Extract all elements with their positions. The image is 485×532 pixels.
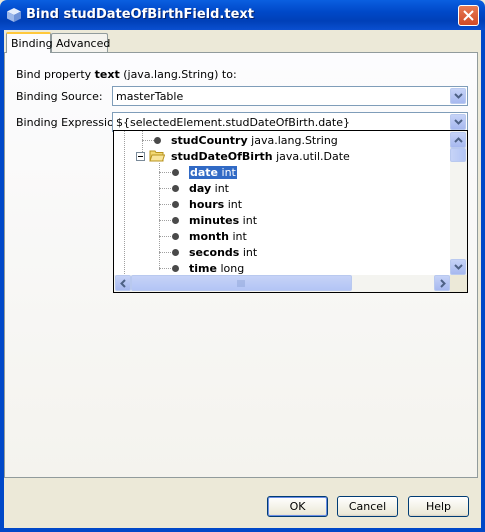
tree-item-name: day: [189, 182, 212, 195]
chevron-left-icon: [120, 279, 126, 288]
netbeans-cube-icon: [7, 8, 21, 22]
tree-item-name: hours: [189, 198, 225, 211]
tree-vertical-scrollbar[interactable]: [450, 131, 467, 276]
tree-item-type: int: [242, 246, 258, 259]
chevron-up-icon: [454, 137, 463, 143]
property-bullet-icon: [172, 185, 179, 192]
close-button[interactable]: [458, 5, 479, 26]
scroll-left-button[interactable]: [115, 275, 131, 291]
tree-item-name: month: [189, 230, 229, 243]
scroll-right-button[interactable]: [434, 275, 450, 291]
help-button[interactable]: Help: [408, 496, 469, 517]
scroll-grip-icon: [237, 280, 245, 287]
bind-property-prefix: Bind property: [16, 68, 95, 81]
window-title: Bind studDateOfBirthField.text: [26, 7, 254, 22]
title-bar[interactable]: Bind studDateOfBirthField.text: [0, 0, 485, 30]
binding-source-value: masterTable: [116, 90, 184, 103]
chevron-down-icon: [454, 119, 463, 125]
tree-guide-line: [159, 220, 171, 221]
tree-item-type: java.util.Date: [276, 150, 350, 163]
binding-source-label: Binding Source:: [16, 90, 103, 103]
window-frame-bottom: [0, 528, 485, 532]
tab-binding[interactable]: Binding: [6, 32, 53, 53]
bind-dialog: Bind studDateOfBirthField.text Binding A…: [0, 0, 485, 532]
ok-button[interactable]: OK: [267, 496, 328, 517]
binding-expression-dropdown-button[interactable]: [450, 114, 466, 130]
tree-guide-line: [159, 188, 171, 189]
property-bullet-icon: [172, 265, 179, 272]
property-bullet-icon: [172, 249, 179, 256]
tree-item-type: int: [221, 166, 236, 179]
horizontal-scroll-thumb[interactable]: [131, 275, 352, 291]
close-icon: [463, 10, 474, 21]
tree-item-type: int: [214, 182, 229, 195]
binding-source-combobox[interactable]: masterTable: [112, 86, 468, 106]
binding-expression-value[interactable]: ${selectedElement.studDateOfBirth.date}: [116, 116, 350, 129]
tree-item-name: studDateOfBirth: [171, 150, 273, 163]
tab-advanced[interactable]: Advanced: [51, 33, 110, 52]
open-folder-icon: [149, 150, 165, 162]
property-bullet-icon: [172, 201, 179, 208]
tree-guide-line: [159, 163, 160, 270]
tree-guide-line: [159, 172, 171, 173]
property-bullet-icon: [172, 233, 179, 240]
scroll-up-button[interactable]: [450, 132, 466, 148]
tree-item-name: seconds: [189, 246, 240, 259]
tree-guide-line: [142, 140, 154, 141]
binding-source-dropdown-button[interactable]: [450, 88, 466, 104]
tree-item-type: int: [227, 198, 243, 211]
vertical-scroll-thumb[interactable]: [450, 148, 466, 162]
tree-item-name: time: [189, 262, 217, 275]
bind-property-suffix: (java.lang.String) to:: [119, 68, 237, 81]
tree-item-name: studCountry: [171, 134, 248, 147]
tree-item-name: minutes: [189, 214, 240, 227]
tree-item-type: int: [232, 230, 247, 243]
tree-horizontal-scrollbar[interactable]: [114, 275, 451, 292]
chevron-right-icon: [440, 279, 446, 288]
tree-guide-line: [159, 252, 171, 253]
tree-guide-line: [159, 268, 171, 269]
binding-expression-combobox[interactable]: ${selectedElement.studDateOfBirth.date}: [112, 112, 468, 132]
property-bullet-icon: [172, 217, 179, 224]
scroll-down-button[interactable]: [450, 259, 466, 275]
tree-item-name: date: [190, 166, 219, 179]
tree-guide-line: [124, 131, 125, 276]
window-frame-right: [481, 30, 485, 532]
tree-guide-line: [159, 236, 171, 237]
chevron-down-icon: [454, 93, 463, 99]
collapse-toggle-icon[interactable]: [136, 152, 145, 161]
tree-item-type: int: [242, 214, 258, 227]
tree-item-type: long: [220, 262, 245, 275]
bind-property-name: text: [94, 68, 120, 81]
property-bullet-icon: [154, 137, 161, 144]
property-bullet-icon: [172, 169, 179, 176]
cancel-button[interactable]: Cancel: [337, 496, 398, 517]
expression-tree-popup[interactable]: studCountry java.lang.String studDateOfB…: [113, 130, 468, 293]
tree-item-type: java.lang.String: [251, 134, 338, 147]
bind-property-label: Bind property text (java.lang.String) to…: [16, 68, 237, 81]
tree-guide-line: [159, 204, 171, 205]
binding-expression-label: Binding Expression:: [16, 116, 125, 129]
scrollbar-corner: [450, 275, 467, 292]
chevron-down-icon: [454, 264, 463, 270]
tree-item-selection: date int: [189, 166, 237, 179]
